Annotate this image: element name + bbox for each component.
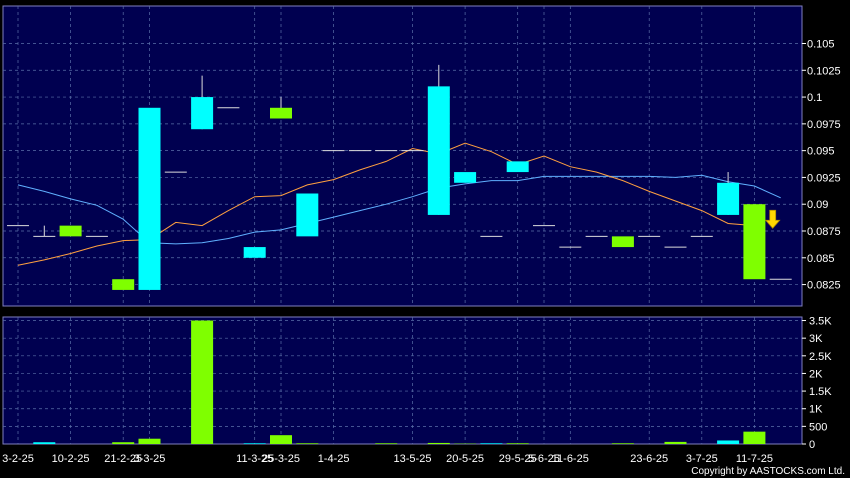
x-axis-tick-label: 25-3-25: [262, 453, 300, 465]
price-y-tick-label: 0.0825: [807, 280, 841, 292]
volume-bar: [664, 441, 687, 444]
volume-bar: [480, 443, 503, 444]
volume-bar: [717, 440, 740, 444]
x-axis-tick-label: 3-7-25: [686, 453, 718, 465]
candle-body: [454, 172, 477, 183]
candle-body: [717, 182, 740, 215]
candle-body: [427, 86, 450, 215]
volume-y-tick-label: 3K: [809, 333, 823, 345]
candle-body: [59, 225, 82, 237]
volume-bar: [506, 443, 529, 444]
volume-bar: [33, 442, 56, 444]
x-axis-tick-label: 13-5-25: [394, 453, 432, 465]
stock-chart: 0.105 0.1025 0.1 0.0975 0.095 0.0925 0.09 0.087…: [0, 0, 850, 478]
price-y-tick-label: 0.0925: [807, 172, 841, 184]
price-y-tick-label: 0.1025: [807, 65, 841, 77]
candle-body: [743, 204, 766, 280]
price-y-tick-label: 0.09: [807, 199, 828, 211]
price-y-tick-label: 0.085: [807, 253, 835, 265]
volume-y-tick-label: 0: [809, 439, 815, 451]
price-y-tick-label: 0.1: [807, 92, 822, 104]
candle-body: [191, 97, 214, 130]
volume-bar: [296, 443, 319, 444]
volume-bar: [243, 443, 266, 444]
candle-body: [506, 161, 529, 173]
volume-bar: [611, 443, 634, 444]
volume-y-tick-label: 1K: [809, 404, 823, 416]
candle-body: [296, 193, 319, 237]
x-axis-tick-label: 23-6-25: [630, 453, 668, 465]
volume-y-tick-label: 1.5K: [809, 386, 832, 398]
volume-y-tick-label: 500: [809, 421, 827, 433]
volume-bar: [427, 442, 450, 444]
x-axis-tick-label: 1-4-25: [318, 453, 350, 465]
volume-bar: [743, 431, 766, 444]
x-axis-tick-label: 11-7-25: [736, 453, 773, 465]
x-axis-tick-label: 20-5-25: [446, 453, 484, 465]
candle-body: [112, 279, 135, 290]
x-axis-tick-label: 3-3-25: [134, 453, 166, 465]
volume-y-tick-label: 2.5K: [809, 351, 832, 363]
candle-body: [611, 236, 634, 248]
price-y-tick-label: 0.0975: [807, 119, 841, 131]
volume-y-tick-label: 2K: [809, 368, 823, 380]
x-axis-tick-label: 3-2-25: [2, 453, 34, 465]
price-y-tick-label: 0.0875: [807, 226, 841, 238]
x-axis-tick-label: 10-2-25: [52, 453, 90, 465]
candle-body: [138, 107, 161, 290]
volume-y-tick-label: 3.5K: [809, 316, 832, 328]
volume-bar: [138, 438, 161, 444]
volume-bar: [375, 443, 398, 444]
copyright-text: Copyright by AASTOCKS.com Ltd.: [691, 466, 845, 477]
x-axis-tick-label: 11-6-25: [552, 453, 589, 465]
volume-bar: [191, 320, 214, 444]
price-y-tick-label: 0.095: [807, 146, 835, 158]
candle-body: [270, 107, 292, 119]
volume-bar: [270, 435, 292, 444]
volume-bar: [112, 442, 135, 444]
price-y-tick-label: 0.105: [807, 39, 835, 51]
candle-body: [243, 247, 266, 258]
